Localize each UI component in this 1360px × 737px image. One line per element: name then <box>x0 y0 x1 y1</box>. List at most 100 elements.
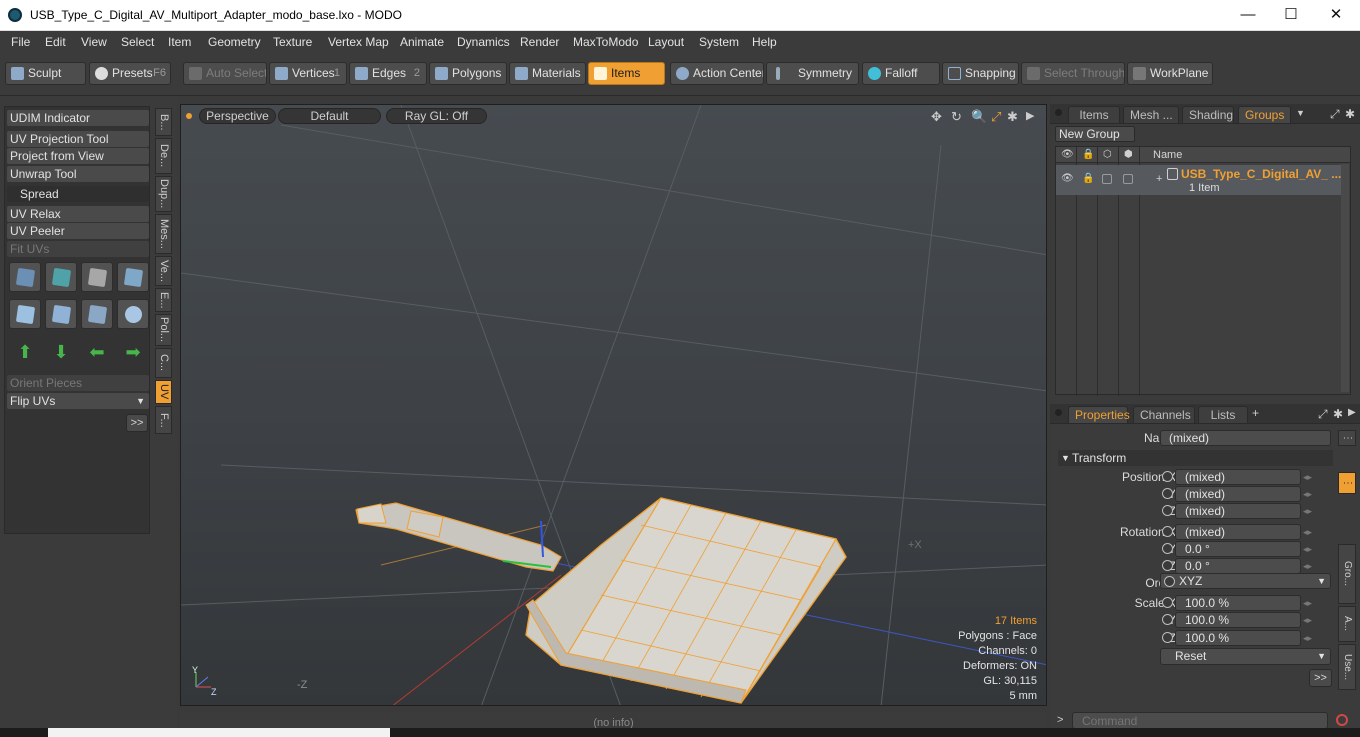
snapping-button[interactable]: Snapping <box>942 62 1019 85</box>
panel-expand-icon[interactable]: ⤢ <box>1318 407 1328 422</box>
rotation-y-arrows-icon[interactable]: ◂▸ <box>1303 541 1313 557</box>
rotation-y-field[interactable]: 0.0 ° <box>1175 541 1301 557</box>
align-down-button[interactable]: ⬇ <box>45 337 77 367</box>
rotation-z-arrows-icon[interactable]: ◂▸ <box>1303 558 1313 574</box>
rotation-x-arrows-icon[interactable]: ◂▸ <box>1303 524 1313 540</box>
scale-z-field[interactable]: 100.0 % <box>1175 630 1301 646</box>
uv-relax-button[interactable]: UV Relax <box>7 206 149 222</box>
workplane-button[interactable]: WorkPlane <box>1127 62 1213 85</box>
group-name[interactable]: USB_Type_C_Digital_AV_ ... <box>1181 167 1341 181</box>
panel-settings-icon[interactable]: ✱ <box>1333 407 1343 421</box>
tab-mesh-edit[interactable]: Mes... <box>155 214 172 254</box>
tab-mesh[interactable]: Mesh ... <box>1123 106 1179 123</box>
viewport-expand-icon[interactable]: ▶ <box>1026 109 1034 122</box>
close-button[interactable]: ✕ <box>1313 4 1359 26</box>
rotation-z-field[interactable]: 0.0 ° <box>1175 558 1301 574</box>
fit-view-icon[interactable]: ⤢ <box>991 109 1001 125</box>
menu-animate[interactable]: Animate <box>400 35 444 49</box>
menu-item[interactable]: Item <box>168 35 191 49</box>
menu-geometry[interactable]: Geometry <box>208 35 261 49</box>
group-select-checkbox[interactable] <box>1123 174 1133 184</box>
tab-uv[interactable]: UV <box>155 380 172 404</box>
scale-z-arrows-icon[interactable]: ◂▸ <box>1303 630 1313 646</box>
groups-scrollbar[interactable] <box>1341 164 1349 392</box>
menu-vertex-map[interactable]: Vertex Map <box>328 35 389 49</box>
more-tools-button[interactable]: >> <box>126 414 148 432</box>
position-z-field[interactable]: (mixed) <box>1175 503 1301 519</box>
maximize-button[interactable]: ☐ <box>1268 4 1314 26</box>
menu-texture[interactable]: Texture <box>273 35 312 49</box>
spread-section[interactable]: Spread <box>7 186 149 202</box>
tab-edge[interactable]: E... <box>155 288 172 312</box>
taskbar-search[interactable] <box>48 728 390 737</box>
project-from-view-button[interactable]: Project from View <box>7 148 149 164</box>
menu-dynamics[interactable]: Dynamics <box>457 35 510 49</box>
uv-move-tool-button[interactable] <box>81 262 113 292</box>
tab-channels[interactable]: Channels <box>1133 406 1195 423</box>
tab-items[interactable]: Items <box>1068 106 1120 123</box>
tab-groups[interactable]: Groups <box>1238 106 1291 123</box>
menu-select[interactable]: Select <box>121 35 154 49</box>
action-center-button[interactable]: Action Center <box>670 62 764 85</box>
group-lock-icon[interactable]: 🔒 <box>1082 173 1094 184</box>
presets-button[interactable]: Presets F6 <box>89 62 171 85</box>
auto-select-button[interactable]: Auto Select <box>183 62 267 85</box>
uv-peeler-button[interactable]: UV Peeler <box>7 223 149 239</box>
position-x-key-icon[interactable] <box>1162 471 1173 482</box>
perspective-view-button[interactable]: Perspective <box>199 108 276 124</box>
tab-shading[interactable]: Shading <box>1182 106 1234 123</box>
panel-settings-icon[interactable]: ✱ <box>1345 107 1355 121</box>
side-tab-groups[interactable]: Gro... <box>1338 544 1356 604</box>
tab-deform[interactable]: De... <box>155 138 172 174</box>
sculpt-button[interactable]: Sculpt <box>5 62 86 85</box>
scale-x-field[interactable]: 100.0 % <box>1175 595 1301 611</box>
uv-planar-tool-button[interactable] <box>45 299 77 329</box>
zoom-icon[interactable]: 🔍 <box>971 109 987 125</box>
align-right-button[interactable]: ➡ <box>117 337 149 367</box>
falloff-button[interactable]: Falloff <box>862 62 940 85</box>
scale-y-field[interactable]: 100.0 % <box>1175 612 1301 628</box>
order-dropdown[interactable]: XYZ ▼ <box>1160 573 1331 589</box>
position-x-arrows-icon[interactable]: ◂▸ <box>1303 469 1313 485</box>
position-z-key-icon[interactable] <box>1162 505 1173 516</box>
vertices-button[interactable]: Vertices 1 <box>269 62 347 85</box>
position-y-field[interactable]: (mixed) <box>1175 486 1301 502</box>
align-left-button[interactable]: ⬅ <box>81 337 113 367</box>
3d-viewport[interactable]: Y Z Perspective Default Ray GL: Off ✥ ↻ … <box>180 104 1047 706</box>
raygl-button[interactable]: Ray GL: Off <box>386 108 487 124</box>
flip-uvs-dropdown[interactable]: Flip UVs ▼ <box>7 393 149 409</box>
scale-z-key-icon[interactable] <box>1162 632 1173 643</box>
select-through-button[interactable]: Select Through <box>1021 62 1125 85</box>
minimize-button[interactable]: — <box>1225 4 1271 26</box>
scale-x-arrows-icon[interactable]: ◂▸ <box>1303 595 1313 611</box>
group-visibility-icon[interactable]: 👁 <box>1061 173 1074 184</box>
tab-vertex[interactable]: Ve... <box>155 256 172 286</box>
viewport-settings-icon[interactable]: ✱ <box>1007 109 1018 125</box>
unwrap-tool-button[interactable]: Unwrap Tool <box>7 166 149 182</box>
uv-box-tool-button[interactable] <box>117 262 149 292</box>
tab-properties[interactable]: Properties <box>1068 406 1130 423</box>
tab-lists[interactable]: Lists <box>1198 406 1248 423</box>
tab-polygon[interactable]: Pol... <box>155 314 172 346</box>
tab-curve[interactable]: C... <box>155 348 172 378</box>
tab-fusion[interactable]: F... <box>155 406 172 434</box>
more-properties-button[interactable]: >> <box>1309 669 1332 687</box>
expand-icon[interactable]: + <box>1156 173 1162 185</box>
udim-indicator-button[interactable]: UDIM Indicator <box>7 110 149 126</box>
menu-file[interactable]: File <box>11 35 30 49</box>
position-z-arrows-icon[interactable]: ◂▸ <box>1303 503 1313 519</box>
tab-duplicate[interactable]: Dup... <box>155 176 172 212</box>
uv-cylinder-tool-button[interactable] <box>9 299 41 329</box>
menu-layout[interactable]: Layout <box>648 35 684 49</box>
shading-mode-button[interactable]: Default <box>278 108 381 124</box>
side-tab-menu[interactable]: ⋮ <box>1338 430 1356 446</box>
panel-expand-icon[interactable]: ⤢ <box>1330 107 1340 122</box>
symmetry-button[interactable]: Symmetry <box>766 62 859 85</box>
position-y-arrows-icon[interactable]: ◂▸ <box>1303 486 1313 502</box>
polygons-button[interactable]: Polygons <box>429 62 507 85</box>
position-x-field[interactable]: (mixed) <box>1175 469 1301 485</box>
uv-rotate-tool-button[interactable] <box>45 262 77 292</box>
new-group-button[interactable]: New Group <box>1055 126 1135 142</box>
rotation-z-key-icon[interactable] <box>1162 560 1173 571</box>
menu-render[interactable]: Render <box>520 35 559 49</box>
